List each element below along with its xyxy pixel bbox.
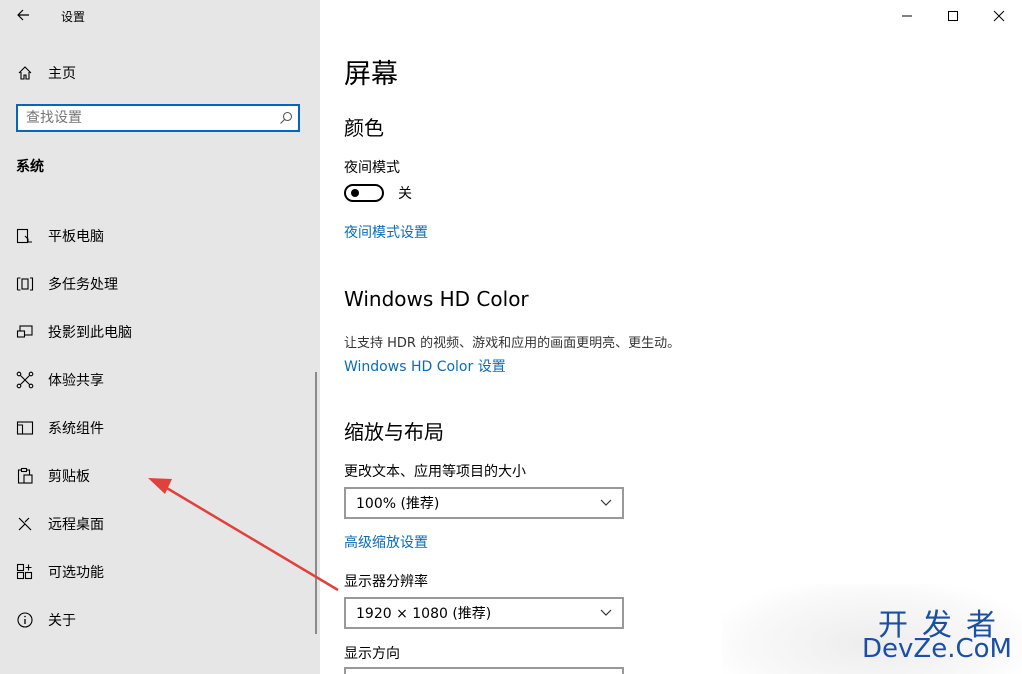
resolution-label: 显示器分辨率 (344, 574, 428, 590)
orientation-label: 显示方向 (344, 646, 400, 662)
chevron-down-icon (598, 495, 614, 511)
clipboard-icon (15, 466, 35, 486)
sidebar-nav: 平板电脑 多任务处理 投影到此电脑 体验共享 系统组件 剪贴板 远程桌面 可选功… (0, 212, 320, 644)
sidebar-item-label: 关于 (48, 613, 76, 629)
search-box (16, 104, 300, 132)
project-icon (15, 322, 35, 342)
main-content: 屏幕 颜色 夜间模式 关 夜间模式设置 Windows HD Color 让支持… (344, 0, 1004, 674)
sidebar-item-label: 多任务处理 (48, 277, 118, 293)
color-heading: 颜色 (344, 116, 384, 140)
sidebar-item-multitasking[interactable]: 多任务处理 (0, 260, 320, 308)
sidebar-item-project[interactable]: 投影到此电脑 (0, 308, 320, 356)
sidebar-item-label: 剪贴板 (48, 469, 90, 485)
scale-layout-heading: 缩放与布局 (344, 420, 444, 444)
chevron-down-icon (598, 605, 614, 621)
sidebar-item-system-components[interactable]: 系统组件 (0, 404, 320, 452)
sidebar-item-remote-desktop[interactable]: 远程桌面 (0, 500, 320, 548)
window-title: 设置 (61, 9, 86, 24)
title-bar: 设置 (0, 0, 320, 32)
resolution-value: 1920 × 1080 (推荐) (356, 606, 492, 622)
share-icon (15, 370, 35, 390)
section-label-system: 系统 (16, 159, 44, 175)
sidebar-item-shared-experiences[interactable]: 体验共享 (0, 356, 320, 404)
sidebar-item-label: 平板电脑 (48, 229, 104, 245)
sidebar-item-optional-features[interactable]: 可选功能 (0, 548, 320, 596)
night-mode-label: 夜间模式 (344, 160, 400, 176)
sidebar-item-label: 主页 (48, 66, 76, 82)
toggle-knob (351, 189, 359, 197)
advanced-scaling-link[interactable]: 高级缩放设置 (344, 532, 428, 552)
remote-desktop-icon (15, 514, 35, 534)
sidebar-scrollbar[interactable] (315, 372, 317, 634)
scale-dropdown[interactable]: 100% (推荐) (344, 487, 624, 519)
scale-value: 100% (推荐) (356, 496, 440, 512)
multitask-icon (15, 274, 35, 294)
back-button[interactable] (0, 0, 46, 32)
sidebar-item-home[interactable]: 主页 (0, 57, 320, 89)
sidebar-item-label: 可选功能 (48, 565, 104, 581)
sidebar-item-tablet[interactable]: 平板电脑 (0, 212, 320, 260)
optional-features-icon (15, 562, 35, 582)
night-mode-toggle-row: 关 (344, 183, 412, 203)
sidebar-item-clipboard[interactable]: 剪贴板 (0, 452, 320, 500)
sidebar-item-label: 投影到此电脑 (48, 325, 132, 341)
search-input[interactable] (18, 106, 274, 130)
home-icon (16, 64, 34, 82)
resolution-dropdown[interactable]: 1920 × 1080 (推荐) (344, 597, 624, 629)
back-arrow-icon (16, 7, 30, 26)
orientation-dropdown[interactable] (344, 667, 624, 674)
hdr-heading: Windows HD Color (344, 287, 529, 311)
search-icon[interactable] (274, 106, 298, 130)
sidebar-item-about[interactable]: 关于 (0, 596, 320, 644)
settings-window: 设置 主页 系统 平板电脑 (0, 0, 1022, 674)
scale-label: 更改文本、应用等项目的大小 (344, 464, 526, 480)
components-icon (15, 418, 35, 438)
night-mode-toggle[interactable] (344, 184, 384, 202)
sidebar: 设置 主页 系统 平板电脑 (0, 0, 320, 674)
page-title: 屏幕 (344, 59, 398, 90)
night-mode-state: 关 (398, 186, 412, 202)
sidebar-item-label: 体验共享 (48, 373, 104, 389)
tablet-icon (15, 226, 35, 246)
night-mode-settings-link[interactable]: 夜间模式设置 (344, 222, 428, 242)
sidebar-item-label: 系统组件 (48, 421, 104, 437)
sidebar-item-label: 远程桌面 (48, 517, 104, 533)
hdr-description: 让支持 HDR 的视频、游戏和应用的画面更明亮、更生动。 (344, 336, 681, 351)
info-icon (15, 610, 35, 630)
hdr-settings-link[interactable]: Windows HD Color 设置 (344, 356, 506, 376)
